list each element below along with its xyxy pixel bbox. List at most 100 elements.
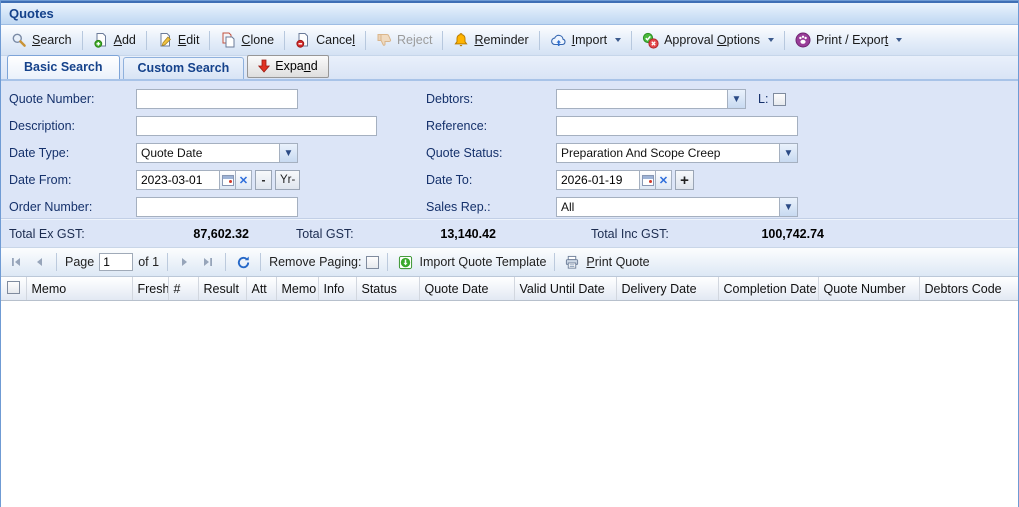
- import-button[interactable]: Import: [544, 29, 627, 51]
- first-page-button[interactable]: [7, 253, 25, 271]
- total-inc-gst-label: Total Inc GST:: [591, 227, 669, 241]
- cancel-button[interactable]: Cancel: [289, 29, 361, 51]
- chevron-down-icon[interactable]: ▼: [279, 144, 297, 162]
- prev-page-button[interactable]: [30, 253, 48, 271]
- cancel-icon: [295, 32, 311, 48]
- debtors-select[interactable]: ▼: [556, 89, 746, 109]
- search-button[interactable]: Search: [5, 29, 78, 51]
- column-header[interactable]: Memo: [276, 277, 318, 301]
- cloud-upload-icon: [550, 32, 567, 48]
- date-from-yr-button[interactable]: Yr-: [275, 170, 300, 190]
- total-ex-gst-value: 87,602.32: [159, 227, 249, 241]
- column-header[interactable]: [1, 277, 26, 301]
- toolbar-separator: [631, 31, 632, 50]
- paging-separator: [225, 253, 226, 271]
- column-header[interactable]: #: [168, 277, 198, 301]
- description-label: Description:: [9, 119, 75, 133]
- chevron-down-icon[interactable]: ▼: [779, 144, 797, 162]
- remove-paging-label: Remove Paging:: [269, 255, 361, 269]
- column-header[interactable]: Status: [356, 277, 419, 301]
- date-from-input[interactable]: [136, 170, 220, 190]
- calendar-icon: [222, 175, 234, 186]
- quote-number-input[interactable]: [136, 89, 298, 109]
- paging-toolbar: Page of 1 Remove Paging: Import Quote Te…: [1, 247, 1018, 277]
- column-header[interactable]: Debtors Code: [919, 277, 1018, 301]
- column-header[interactable]: Result: [198, 277, 246, 301]
- date-to-clear-button[interactable]: ✕: [655, 170, 672, 190]
- column-header[interactable]: Completion Date: [718, 277, 818, 301]
- date-type-select[interactable]: Quote Date ▼: [136, 143, 298, 163]
- chevron-down-icon[interactable]: ▼: [779, 198, 797, 216]
- column-header[interactable]: Quote Number: [818, 277, 919, 301]
- clone-button[interactable]: Clone: [214, 29, 280, 51]
- date-from-calendar-button[interactable]: [219, 170, 236, 190]
- tab-basic-search[interactable]: Basic Search: [7, 55, 120, 79]
- print-quote-button[interactable]: Print Quote: [586, 255, 649, 269]
- toolbar-separator: [365, 31, 366, 50]
- printer-icon: [563, 253, 581, 271]
- chevron-down-icon[interactable]: ▼: [727, 90, 745, 108]
- refresh-button[interactable]: [234, 253, 252, 271]
- select-all-checkbox[interactable]: [7, 281, 20, 294]
- last-page-button[interactable]: [199, 253, 217, 271]
- next-page-button[interactable]: [176, 253, 194, 271]
- date-from-clear-button[interactable]: ✕: [235, 170, 252, 190]
- edit-button[interactable]: Edit: [151, 29, 206, 51]
- column-header[interactable]: Info: [318, 277, 356, 301]
- toolbar-separator: [442, 31, 443, 50]
- chevron-down-icon: [896, 38, 902, 42]
- reminder-button[interactable]: Reminder: [447, 29, 534, 51]
- paging-separator: [554, 253, 555, 271]
- l-checkbox[interactable]: [773, 93, 786, 106]
- paging-separator: [56, 253, 57, 271]
- column-header[interactable]: Memo: [26, 277, 132, 301]
- calendar-icon: [642, 175, 654, 186]
- tab-custom-search[interactable]: Custom Search: [123, 57, 245, 79]
- column-header[interactable]: Att: [246, 277, 276, 301]
- totals-bar: Total Ex GST: 87,602.32 Total GST: 13,14…: [1, 219, 1018, 247]
- add-button[interactable]: Add: [87, 29, 142, 51]
- toolbar: Search Add Edit Clone Cancel Reject: [1, 25, 1018, 56]
- toolbar-separator: [539, 31, 540, 50]
- quote-number-label: Quote Number:: [9, 92, 94, 106]
- window-titlebar: Quotes: [1, 1, 1018, 25]
- l-checkbox-label: L:: [758, 92, 768, 106]
- total-gst-label: Total GST:: [296, 227, 354, 241]
- total-inc-gst-value: 100,742.74: [729, 227, 824, 241]
- expand-button[interactable]: Expand: [247, 55, 328, 78]
- quotes-window: Quotes Search Add Edit Clone Cancel: [0, 0, 1019, 507]
- date-to-label: Date To:: [426, 173, 472, 187]
- date-from-minus-button[interactable]: -: [255, 170, 272, 190]
- date-to-plus-button[interactable]: +: [675, 170, 694, 190]
- approval-options-button[interactable]: Approval Options: [636, 29, 780, 52]
- page-count-label: of 1: [138, 255, 159, 269]
- print-export-button[interactable]: Print / Export: [789, 29, 908, 51]
- paging-separator: [387, 253, 388, 271]
- remove-paging-checkbox[interactable]: [366, 256, 379, 269]
- order-number-input[interactable]: [136, 197, 298, 217]
- column-header[interactable]: Fresh /: [132, 277, 168, 301]
- edit-icon: [157, 32, 173, 48]
- reject-button: Reject: [370, 29, 438, 51]
- date-from-label: Date From:: [9, 173, 72, 187]
- quotes-grid: MemoFresh /#ResultAttMemoInfoStatusQuote…: [1, 277, 1018, 507]
- search-tabs: Basic Search Custom Search Expand: [1, 56, 1018, 81]
- clone-icon: [220, 32, 236, 48]
- page-number-input[interactable]: [99, 253, 133, 271]
- quote-status-select[interactable]: Preparation And Scope Creep ▼: [556, 143, 798, 163]
- reference-input[interactable]: [556, 116, 798, 136]
- date-to-calendar-button[interactable]: [639, 170, 656, 190]
- column-header[interactable]: Quote Date: [419, 277, 514, 301]
- column-header[interactable]: Valid Until Date: [514, 277, 616, 301]
- column-header[interactable]: Delivery Date: [616, 277, 718, 301]
- print-export-icon: [795, 32, 811, 48]
- total-ex-gst-label: Total Ex GST:: [9, 227, 85, 241]
- date-to-input[interactable]: [556, 170, 640, 190]
- approval-check-x-icon: [642, 32, 659, 49]
- sales-rep-label: Sales Rep.:: [426, 200, 491, 214]
- sales-rep-select[interactable]: All ▼: [556, 197, 798, 217]
- paging-separator: [167, 253, 168, 271]
- description-input[interactable]: [136, 116, 377, 136]
- toolbar-separator: [209, 31, 210, 50]
- import-quote-template-button[interactable]: Import Quote Template: [419, 255, 546, 269]
